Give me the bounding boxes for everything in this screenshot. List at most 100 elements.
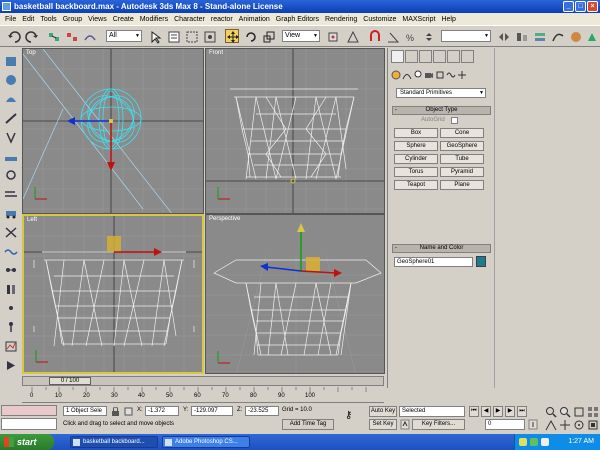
menu-tools[interactable]: Tools bbox=[37, 16, 59, 23]
motion-tab-icon[interactable] bbox=[433, 50, 446, 63]
volume-tray-icon[interactable] bbox=[541, 438, 549, 446]
maxscript-listener-input[interactable] bbox=[1, 405, 57, 416]
menu-character[interactable]: Character bbox=[171, 16, 208, 23]
reactor-cloth-icon[interactable] bbox=[3, 73, 19, 88]
create-torus-button[interactable]: Torus bbox=[394, 167, 438, 177]
viewport-left[interactable]: Left bbox=[22, 214, 204, 374]
create-tube-button[interactable]: Tube bbox=[440, 154, 484, 164]
field-of-view-icon[interactable] bbox=[545, 419, 557, 431]
systems-icon[interactable] bbox=[457, 70, 467, 80]
redo-icon[interactable] bbox=[24, 29, 38, 43]
start-button[interactable]: start bbox=[0, 434, 54, 450]
viewport-front[interactable]: Front bbox=[205, 48, 385, 214]
spinner-snap-icon[interactable] bbox=[421, 29, 435, 43]
object-type-rollout[interactable]: - Object Type bbox=[392, 106, 491, 115]
geometry-icon[interactable] bbox=[391, 70, 401, 80]
reactor-softbody-icon[interactable] bbox=[3, 92, 19, 107]
menu-create[interactable]: Create bbox=[110, 16, 137, 23]
shapes-icon[interactable] bbox=[402, 70, 412, 80]
reactor-wind-icon[interactable] bbox=[3, 187, 19, 202]
play-animation-icon[interactable]: ▶ bbox=[493, 406, 503, 417]
reactor-hinge-icon[interactable] bbox=[3, 282, 19, 297]
create-plane-button[interactable]: Plane bbox=[440, 180, 484, 190]
key-mode-dropdown[interactable]: Selected bbox=[399, 406, 465, 417]
minimize-button[interactable]: _ bbox=[563, 1, 574, 12]
region-select-icon[interactable] bbox=[184, 29, 198, 43]
current-frame-spinner[interactable]: 0 bbox=[485, 419, 525, 430]
menu-help[interactable]: Help bbox=[438, 16, 458, 23]
maximize-viewport-icon[interactable] bbox=[587, 419, 599, 431]
reactor-spring-icon[interactable] bbox=[3, 130, 19, 145]
x-coord-field[interactable]: -1.372 bbox=[145, 406, 179, 416]
menu-group[interactable]: Group bbox=[60, 16, 85, 23]
menu-animation[interactable]: Animation bbox=[236, 16, 273, 23]
snap-toggle-icon[interactable] bbox=[367, 29, 381, 43]
object-color-swatch[interactable] bbox=[476, 256, 486, 267]
percent-snap-icon[interactable]: % bbox=[403, 29, 417, 43]
cameras-icon[interactable] bbox=[424, 70, 434, 80]
bind-space-warp-icon[interactable] bbox=[82, 29, 96, 43]
time-slider[interactable]: 0 / 100 bbox=[22, 376, 384, 386]
key-mode-icon[interactable] bbox=[400, 419, 410, 430]
go-to-end-icon[interactable]: ⏭ bbox=[517, 406, 527, 417]
select-and-scale-icon[interactable] bbox=[261, 29, 275, 43]
menu-views[interactable]: Views bbox=[85, 16, 110, 23]
selection-filter-dropdown[interactable]: All bbox=[106, 30, 142, 42]
auto-key-button[interactable]: Auto Key bbox=[369, 406, 397, 417]
reactor-constraint-icon[interactable] bbox=[3, 263, 19, 278]
reactor-rigid-body-icon[interactable] bbox=[3, 54, 19, 69]
quick-render-icon[interactable] bbox=[584, 29, 598, 43]
viewport-label-top[interactable]: Top bbox=[26, 50, 36, 56]
reactor-motor-icon[interactable] bbox=[3, 168, 19, 183]
layer-manager-icon[interactable] bbox=[532, 29, 546, 43]
reactor-preview-icon[interactable] bbox=[3, 358, 19, 373]
viewport-label-perspective[interactable]: Perspective bbox=[209, 216, 240, 222]
space-warps-icon[interactable] bbox=[446, 70, 456, 80]
set-key-button[interactable]: Set Key bbox=[369, 419, 397, 430]
create-cone-button[interactable]: Cone bbox=[440, 128, 484, 138]
zoom-icon[interactable] bbox=[545, 406, 557, 418]
hierarchy-tab-icon[interactable] bbox=[419, 50, 432, 63]
menu-graph-editors[interactable]: Graph Editors bbox=[273, 16, 322, 23]
primitive-category-dropdown[interactable]: Standard Primitives bbox=[396, 88, 486, 98]
menu-reactor[interactable]: reactor bbox=[208, 16, 236, 23]
viewport-label-left[interactable]: Left bbox=[27, 217, 37, 223]
viewport-top[interactable]: Top bbox=[22, 48, 204, 214]
named-selection-sets-dropdown[interactable] bbox=[441, 30, 491, 42]
create-pyramid-button[interactable]: Pyramid bbox=[440, 167, 484, 177]
material-editor-icon[interactable] bbox=[568, 29, 582, 43]
network-tray-icon[interactable] bbox=[519, 438, 527, 446]
undo-icon[interactable] bbox=[6, 29, 21, 43]
name-and-color-rollout[interactable]: - Name and Color bbox=[392, 244, 491, 253]
reactor-plane-icon[interactable] bbox=[3, 149, 19, 164]
go-to-start-icon[interactable]: ⏮ bbox=[469, 406, 479, 417]
create-box-button[interactable]: Box bbox=[394, 128, 438, 138]
z-coord-field[interactable]: -23.525 bbox=[245, 406, 279, 416]
taskbar-item-3dsmax[interactable]: basketball backboard... bbox=[70, 436, 158, 448]
modify-tab-icon[interactable] bbox=[405, 50, 418, 63]
create-geosphere-button[interactable]: GeoSphere bbox=[440, 141, 484, 151]
reactor-point-to-point-icon[interactable] bbox=[3, 301, 19, 316]
curve-editor-icon[interactable] bbox=[550, 29, 564, 43]
select-by-name-icon[interactable] bbox=[166, 29, 180, 43]
menu-edit[interactable]: Edit bbox=[19, 16, 37, 23]
time-configuration-icon[interactable] bbox=[528, 419, 538, 430]
align-icon[interactable] bbox=[514, 29, 528, 43]
reference-coordinate-dropdown[interactable]: View bbox=[282, 30, 320, 42]
close-button[interactable]: × bbox=[587, 1, 598, 12]
menu-maxscript[interactable]: MAXScript bbox=[399, 16, 438, 23]
menu-customize[interactable]: Customize bbox=[360, 16, 399, 23]
object-name-field[interactable]: GeoSphere01 bbox=[394, 257, 473, 267]
taskbar-item-photoshop[interactable]: Adobe Photoshop CS... bbox=[162, 436, 250, 448]
add-time-tag-button[interactable]: Add Time Tag bbox=[282, 419, 334, 430]
menu-rendering[interactable]: Rendering bbox=[322, 16, 360, 23]
select-and-move-icon[interactable] bbox=[225, 29, 239, 43]
menu-modifiers[interactable]: Modifiers bbox=[137, 16, 171, 23]
pan-view-icon[interactable] bbox=[559, 419, 571, 431]
track-bar[interactable]: 0 10 20 30 40 50 60 70 80 90 100 bbox=[22, 387, 384, 403]
reactor-rope-icon[interactable] bbox=[3, 111, 19, 126]
display-tab-icon[interactable] bbox=[447, 50, 460, 63]
lock-selection-icon[interactable] bbox=[111, 407, 120, 416]
next-frame-icon[interactable]: ▶ bbox=[505, 406, 515, 417]
utilities-tab-icon[interactable] bbox=[461, 50, 474, 63]
